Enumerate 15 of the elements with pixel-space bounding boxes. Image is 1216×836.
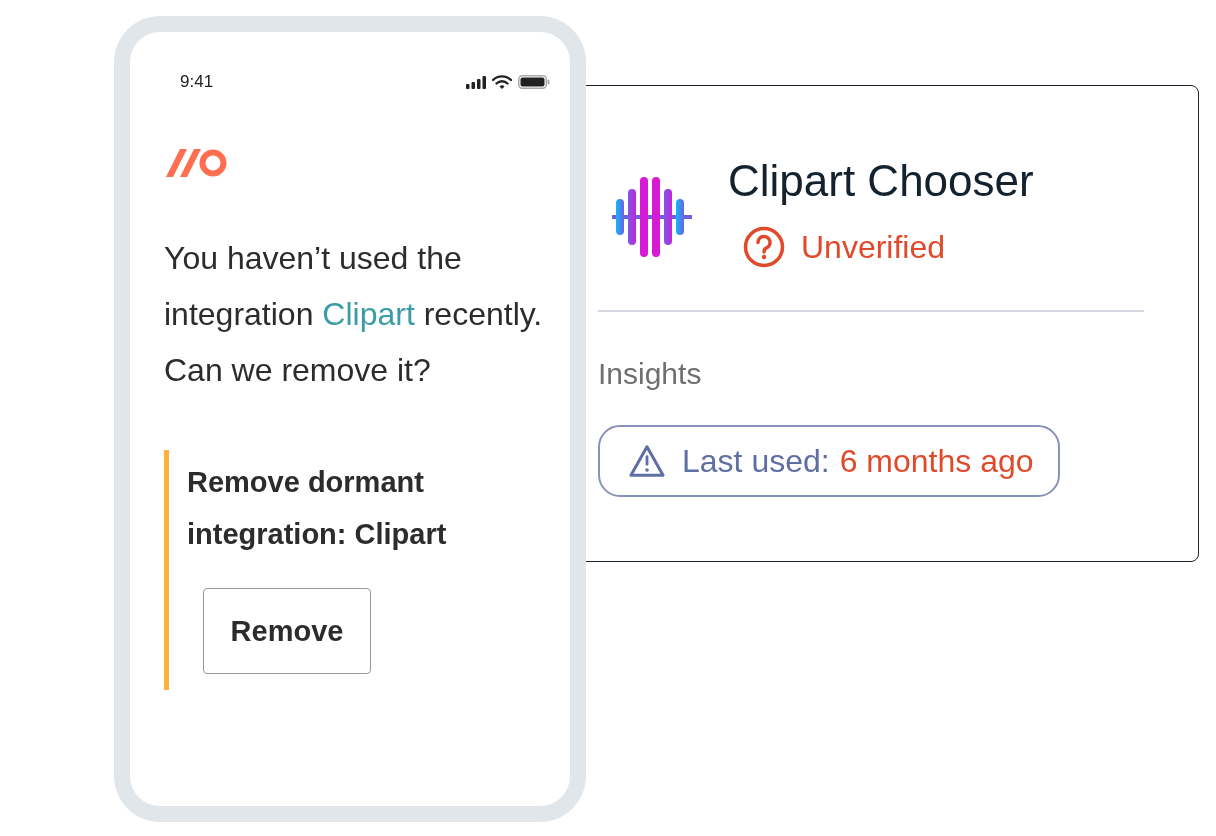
wifi-icon — [492, 75, 512, 89]
insight-label: Last used: — [682, 442, 830, 480]
question-icon — [743, 226, 785, 268]
logo-icon — [166, 148, 228, 178]
insight-value: 6 months ago — [839, 442, 1034, 480]
app-title: Clipart Chooser — [728, 156, 1034, 206]
message-text: You haven’t used the integration Clipart recently. Can we remove it? — [164, 239, 544, 390]
task-title: Remove dormant integration: Clipart — [187, 465, 448, 552]
verification-status: Unverified — [801, 228, 946, 266]
warning-icon — [628, 444, 666, 478]
remove-button[interactable]: Remove — [203, 588, 371, 674]
status-time: 9:41 — [180, 72, 214, 92]
battery-icon — [518, 75, 550, 89]
signal-icon — [466, 75, 486, 89]
section-heading: Insights — [598, 356, 703, 392]
